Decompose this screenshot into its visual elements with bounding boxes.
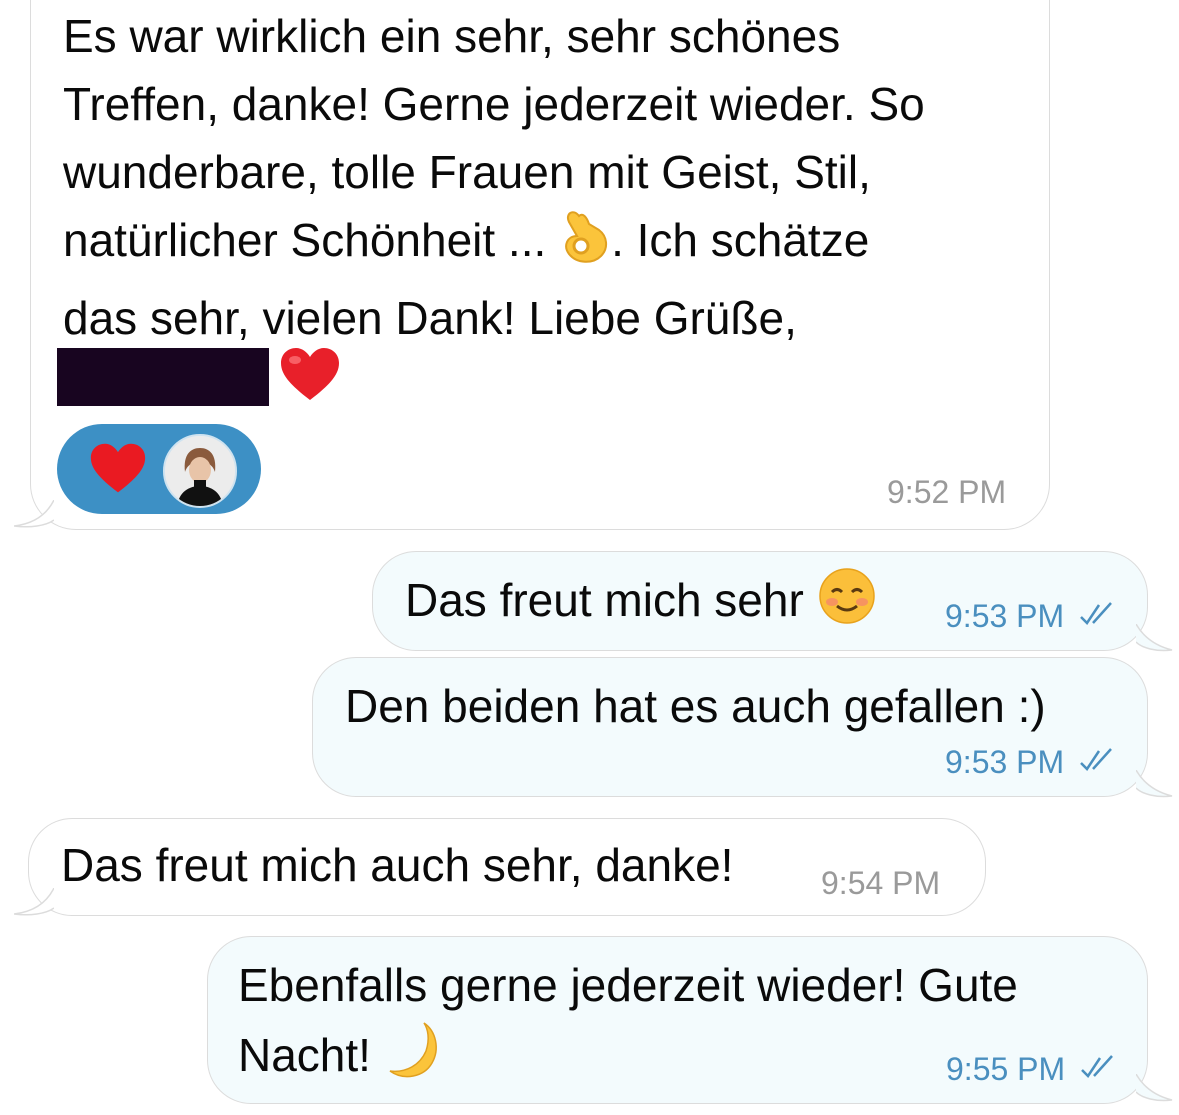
message-timestamp: 9:54 PM xyxy=(821,865,941,901)
incoming-message-bubble[interactable]: Es war wirklich ein sehr, sehr schönes T… xyxy=(30,0,1050,530)
redacted-name-block xyxy=(57,348,269,406)
read-double-check-icon xyxy=(1080,602,1112,625)
message-line: Den beiden hat es auch gefallen :) xyxy=(345,680,1046,732)
message-line: natürlicher Schönheit ... xyxy=(63,214,560,266)
message-line-with-emoji: Nacht! xyxy=(238,1019,1018,1099)
message-time: 9:55 PM xyxy=(946,1051,1066,1087)
outgoing-bubble-tail xyxy=(1136,770,1173,798)
read-double-check-icon xyxy=(1080,748,1112,771)
message-line: Das freut mich sehr xyxy=(405,574,804,626)
message-line: Es war wirklich ein sehr, sehr schönes xyxy=(63,10,841,62)
message-time: 9:53 PM xyxy=(945,598,1065,634)
ok-hand-icon xyxy=(559,206,611,284)
message-line-with-emoji: natürlicher Schönheit ... . Ich schätze xyxy=(63,206,925,284)
message-line: Treffen, danke! Gerne jederzeit wieder. … xyxy=(63,78,925,130)
message-timestamp: 9:55 PM xyxy=(946,1051,1120,1087)
reaction-pill[interactable] xyxy=(57,424,261,514)
outgoing-message-bubble[interactable]: Den beiden hat es auch gefallen :) 9:53 … xyxy=(312,657,1148,797)
incoming-bubble-tail xyxy=(14,500,54,528)
outgoing-message-bubble[interactable]: Ebenfalls gerne jederzeit wieder! Gute N… xyxy=(207,936,1148,1104)
read-double-check-icon xyxy=(1081,1055,1113,1078)
message-timestamp: 9:53 PM xyxy=(945,744,1119,780)
message-timestamp: 9:53 PM xyxy=(945,598,1119,634)
message-timestamp: 9:52 PM xyxy=(887,474,1007,510)
red-heart-icon xyxy=(279,346,341,422)
smiling-face-icon xyxy=(817,566,877,644)
outgoing-message-bubble[interactable]: Das freut mich sehr 9:53 PM xyxy=(372,551,1148,651)
message-line: . Ich schätze xyxy=(611,214,870,266)
incoming-bubble-tail xyxy=(14,888,54,916)
crescent-moon-icon xyxy=(384,1019,446,1099)
message-line: Ebenfalls gerne jederzeit wieder! Gute xyxy=(238,959,1018,1011)
outgoing-bubble-tail xyxy=(1136,1074,1173,1102)
message-text: Es war wirklich ein sehr, sehr schönes T… xyxy=(63,2,925,352)
message-line: Das freut mich auch sehr, danke! xyxy=(61,839,734,891)
message-text: Den beiden hat es auch gefallen :) xyxy=(345,672,1046,740)
message-text: Ebenfalls gerne jederzeit wieder! Gute N… xyxy=(238,951,1018,1099)
user-avatar[interactable] xyxy=(163,434,237,508)
message-line: wunderbare, tolle Frauen mit Geist, Stil… xyxy=(63,146,871,198)
incoming-message-bubble[interactable]: Das freut mich auch sehr, danke! 9:54 PM xyxy=(28,818,986,916)
message-time: 9:53 PM xyxy=(945,744,1065,780)
red-heart-icon xyxy=(89,441,147,515)
message-text: Das freut mich sehr xyxy=(405,566,877,644)
message-line: Nacht! xyxy=(238,1029,384,1081)
outgoing-bubble-tail xyxy=(1136,624,1173,652)
message-line: das sehr, vielen Dank! Liebe Grüße, xyxy=(63,292,797,344)
message-text: Das freut mich auch sehr, danke! xyxy=(61,831,733,899)
